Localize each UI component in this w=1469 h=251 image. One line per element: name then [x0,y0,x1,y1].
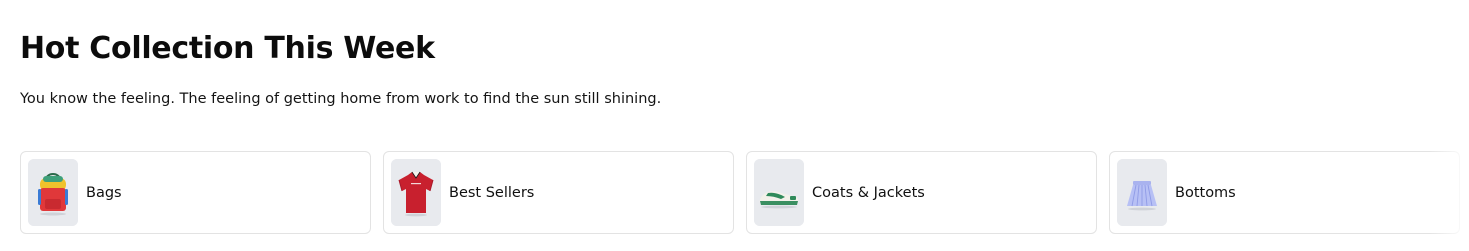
category-card-best-sellers[interactable]: Best Sellers [383,151,734,234]
section-subtitle: You know the feeling. The feeling of get… [20,91,662,107]
section-title: Hot Collection This Week [20,31,435,66]
category-carousel: Bags Best Sellers Coats & Jackets Bottom… [20,151,1469,235]
category-card-bags[interactable]: Bags [20,151,371,234]
red-shirt-image [391,159,441,226]
category-label-best-sellers: Best Sellers [449,185,535,201]
backpack-image [28,159,78,226]
hot-collection-section: Hot Collection This Week You know the fe… [0,0,1469,251]
pleated-skirt-image [1117,159,1167,226]
category-label-coats-jackets: Coats & Jackets [812,185,925,201]
category-label-bottoms: Bottoms [1175,185,1236,201]
category-card-bottoms[interactable]: Bottoms [1109,151,1460,234]
category-label-bags: Bags [86,185,122,201]
sneaker-image [754,159,804,226]
category-card-coats-jackets[interactable]: Coats & Jackets [746,151,1097,234]
